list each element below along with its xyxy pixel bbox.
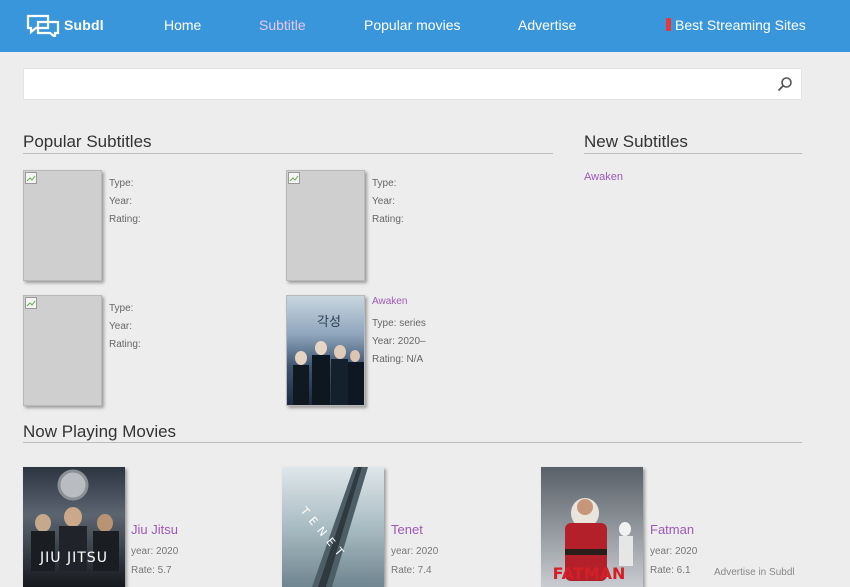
divider xyxy=(584,153,802,154)
awaken-poster[interactable]: 각성 xyxy=(286,295,365,406)
rating-label: Rating: xyxy=(372,214,404,225)
chat-bubbles-icon xyxy=(26,14,60,37)
search-icon[interactable] xyxy=(777,76,793,92)
poster-text: FATMAN xyxy=(553,564,626,583)
nav-popular-movies[interactable]: Popular movies xyxy=(364,17,461,33)
awaken-link[interactable]: Awaken xyxy=(372,293,426,311)
movie-meta: year: 2020 Rate: 6.1 xyxy=(650,542,697,580)
rating-label: Rating: xyxy=(109,214,141,225)
type-label: Type: xyxy=(109,303,134,314)
movie-year: year: 2020 xyxy=(650,546,698,557)
red-flag-icon xyxy=(666,18,671,31)
subtitle-meta: Type: Year: Rating: xyxy=(372,175,404,229)
subtitle-meta: Type: Year: Rating: xyxy=(109,175,141,229)
year-label: Year: 2020– xyxy=(372,336,426,347)
brand-logo[interactable]: Subdl xyxy=(26,13,104,37)
subtitle-meta: Awaken Type: series Year: 2020– Rating: … xyxy=(372,293,426,369)
movie-meta: year: 2020 Rate: 5.7 xyxy=(131,542,178,580)
subtitle-poster[interactable] xyxy=(286,170,365,281)
divider xyxy=(23,442,802,443)
divider xyxy=(23,153,553,154)
brand-name: Subdl xyxy=(64,17,104,33)
movie-poster[interactable]: JIU JITSU xyxy=(23,467,125,587)
awaken-poster-art: 각성 xyxy=(293,315,364,405)
new-subtitles-heading: New Subtitles xyxy=(584,132,688,151)
movie-year: year: 2020 xyxy=(131,546,179,557)
movie-rate: Rate: 6.1 xyxy=(650,565,691,576)
subtitle-poster[interactable] xyxy=(23,170,102,281)
year-label: Year: xyxy=(109,196,132,207)
year-label: Year: xyxy=(372,196,395,207)
nav-best-streaming-sites[interactable]: Best Streaming Sites xyxy=(675,17,806,33)
type-label: Type: xyxy=(109,178,134,189)
advertise-link[interactable]: Advertise in Subdl xyxy=(714,567,795,578)
search-input[interactable] xyxy=(24,69,764,99)
search-bar xyxy=(23,68,802,100)
subtitle-meta: Type: Year: Rating: xyxy=(109,300,141,354)
movie-rate: Rate: 5.7 xyxy=(131,565,172,576)
movie-poster[interactable]: FATMAN xyxy=(541,467,643,587)
type-label: Type: xyxy=(372,178,397,189)
movie-rate: Rate: 7.4 xyxy=(391,565,432,576)
movie-title-link[interactable]: Fatman xyxy=(650,522,694,537)
broken-image-icon xyxy=(25,297,37,309)
nav-home[interactable]: Home xyxy=(164,17,201,33)
svg-text:각성: 각성 xyxy=(317,315,341,330)
jiu-jitsu-poster-art: JIU JITSU xyxy=(31,469,119,571)
type-label: Type: series xyxy=(372,318,426,329)
rating-label: Rating: N/A xyxy=(372,354,424,365)
popular-subtitles-heading: Popular Subtitles xyxy=(23,132,152,151)
rating-label: Rating: xyxy=(109,339,141,350)
new-subtitle-link[interactable]: Awaken xyxy=(584,171,623,183)
broken-image-icon xyxy=(25,172,37,184)
top-navbar: Subdl Home Subtitle Popular movies Adver… xyxy=(0,0,850,52)
nav-subtitle[interactable]: Subtitle xyxy=(259,17,306,33)
now-playing-heading: Now Playing Movies xyxy=(23,422,177,441)
poster-text: JIU JITSU xyxy=(39,550,108,566)
broken-image-icon xyxy=(288,172,300,184)
movie-title-link[interactable]: Jiu Jitsu xyxy=(131,522,178,537)
movie-title-link[interactable]: Tenet xyxy=(391,522,423,537)
movie-meta: year: 2020 Rate: 7.4 xyxy=(391,542,438,580)
fatman-poster-art: FATMAN xyxy=(553,498,633,583)
tenet-poster-art: TENET xyxy=(297,467,368,587)
subtitle-poster[interactable] xyxy=(23,295,102,406)
nav-advertise[interactable]: Advertise xyxy=(518,17,576,33)
movie-poster[interactable]: TENET xyxy=(282,467,384,587)
movie-year: year: 2020 xyxy=(391,546,439,557)
year-label: Year: xyxy=(109,321,132,332)
